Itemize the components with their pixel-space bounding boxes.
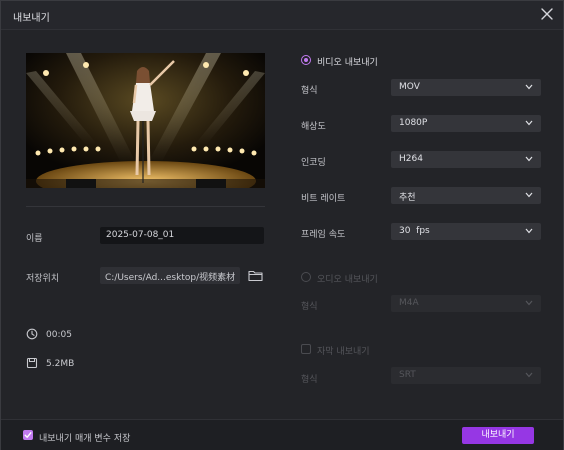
resolution-value: 1080P [399, 118, 428, 128]
framerate-label: 프레임 속도 [301, 230, 346, 240]
encoding-select[interactable]: H264 [391, 151, 541, 168]
format-label: 형식 [301, 86, 318, 96]
chevron-down-icon [525, 300, 533, 306]
dialog-title: 내보내기 [13, 13, 50, 24]
subtitle-export-checkbox[interactable] [301, 344, 311, 354]
save-location-field[interactable]: C:/Users/Ad...esktop/视频素材 [100, 267, 240, 284]
encoding-value: H264 [399, 154, 423, 164]
chevron-down-icon [525, 192, 533, 198]
duration-text: 00:05 [46, 330, 72, 340]
file-size-text: 5.2MB [46, 359, 75, 369]
subtitle-format-label: 형식 [301, 375, 318, 385]
preview-divider [26, 206, 265, 207]
close-icon[interactable] [539, 6, 555, 22]
video-export-radio[interactable] [301, 55, 311, 65]
bitrate-value: 추천 [399, 193, 416, 203]
subtitle-format-value: SRT [399, 370, 416, 380]
chevron-down-icon [525, 372, 533, 378]
audio-format-select[interactable]: M4A [391, 295, 541, 312]
check-icon [24, 432, 32, 438]
chevron-down-icon [525, 120, 533, 126]
chevron-down-icon [525, 84, 533, 90]
title-bar: 내보내기 [1, 1, 563, 30]
format-value: MOV [399, 82, 420, 92]
audio-format-label: 형식 [301, 302, 318, 312]
video-export-label: 비디오 내보내기 [317, 58, 378, 68]
resolution-label: 해상도 [301, 122, 326, 132]
remember-settings-label: 내보내기 매개 변수 저장 [39, 434, 131, 444]
format-select[interactable]: MOV [391, 79, 541, 96]
framerate-select[interactable]: 30 fps [391, 223, 541, 240]
export-button[interactable]: 내보내기 [462, 427, 534, 444]
clock-icon [26, 328, 38, 340]
chevron-down-icon [525, 156, 533, 162]
framerate-value: 30 fps [399, 226, 430, 236]
name-label: 이름 [26, 234, 43, 244]
bitrate-label: 비트 레이트 [301, 194, 346, 204]
resolution-select[interactable]: 1080P [391, 115, 541, 132]
encoding-label: 인코딩 [301, 158, 326, 168]
file-name-input[interactable]: 2025-07-08_01 [100, 227, 264, 244]
audio-export-radio[interactable] [301, 272, 311, 282]
dialog-footer: 내보내기 매개 변수 저장 내보내기 [1, 419, 563, 450]
video-preview [26, 53, 265, 188]
audio-format-value: M4A [399, 298, 419, 308]
export-dialog: 내보내기 이름 2025-07-08_01 저장위치 C:/Users/Ad..… [0, 0, 564, 450]
chevron-down-icon [525, 228, 533, 234]
subtitle-export-label: 자막 내보내기 [317, 347, 370, 357]
remember-settings-checkbox[interactable] [23, 430, 33, 440]
folder-icon[interactable] [248, 269, 263, 282]
file-size-icon [26, 357, 38, 369]
audio-export-label: 오디오 내보내기 [317, 275, 378, 285]
location-label: 저장위치 [26, 274, 60, 284]
subtitle-format-select[interactable]: SRT [391, 367, 541, 384]
bitrate-select[interactable]: 추천 [391, 187, 541, 204]
